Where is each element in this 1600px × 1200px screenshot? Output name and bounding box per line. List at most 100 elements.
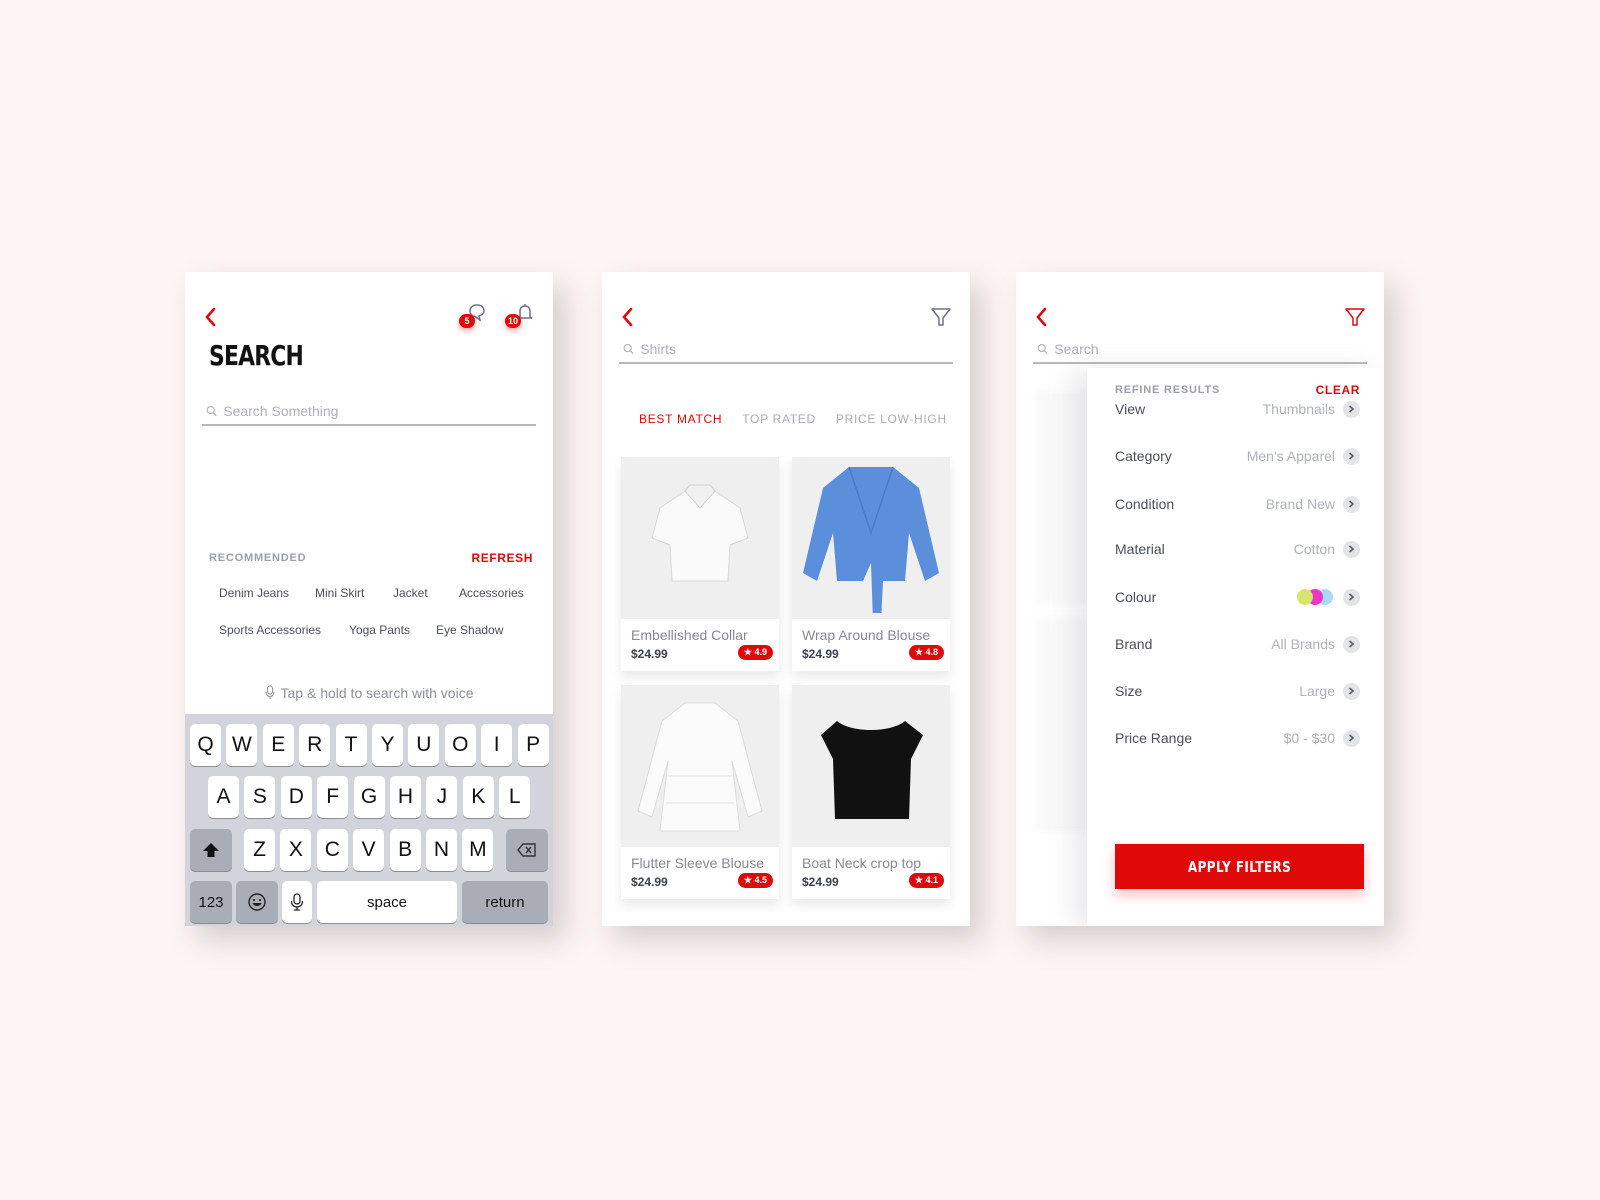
- filter-row-category[interactable]: Category Men's Apparel: [1115, 441, 1360, 471]
- key-l[interactable]: L: [499, 776, 531, 818]
- key-a[interactable]: A: [208, 776, 239, 818]
- key-j[interactable]: J: [426, 776, 458, 818]
- product-price: $24.99: [802, 875, 839, 889]
- key-y[interactable]: Y: [372, 724, 403, 766]
- chevron-right-icon: [1343, 729, 1360, 747]
- product-card[interactable]: Boat Neck crop top $24.99 ★ 4.1: [792, 685, 950, 899]
- star-icon: ★: [743, 647, 755, 657]
- chip-jacket[interactable]: Jacket: [393, 586, 428, 600]
- product-name: Boat Neck crop top: [802, 855, 922, 871]
- key-u[interactable]: U: [408, 724, 440, 766]
- voice-search-hint[interactable]: Tap & hold to search with voice: [185, 685, 553, 701]
- key-w[interactable]: W: [226, 724, 258, 766]
- emoji-key[interactable]: [236, 881, 278, 923]
- key-i[interactable]: I: [481, 724, 513, 766]
- filter-label: Size: [1115, 683, 1143, 699]
- search-field[interactable]: [619, 336, 953, 364]
- back-button[interactable]: [620, 306, 636, 328]
- microphone-icon: [290, 893, 304, 911]
- filter-row-view[interactable]: View Thumbnails: [1115, 394, 1360, 424]
- key-h[interactable]: H: [390, 776, 421, 818]
- key-r[interactable]: R: [299, 724, 331, 766]
- key-e[interactable]: E: [262, 724, 294, 766]
- back-button[interactable]: [1034, 306, 1050, 328]
- search-input[interactable]: [223, 403, 536, 419]
- chip-accessories[interactable]: Accessories: [459, 586, 524, 600]
- star-icon: ★: [743, 875, 755, 885]
- microphone-icon: [265, 685, 274, 699]
- filter-label: Brand: [1115, 636, 1153, 652]
- filter-row-price-range[interactable]: Price Range $0 - $30: [1115, 723, 1360, 753]
- filter-value: Brand New: [1265, 496, 1335, 512]
- space-key[interactable]: space: [317, 881, 457, 923]
- filter-value: Men's Apparel: [1246, 448, 1335, 464]
- product-price: $24.99: [802, 647, 839, 661]
- filter-label: Category: [1115, 448, 1172, 464]
- key-s[interactable]: S: [244, 776, 276, 818]
- filter-row-condition[interactable]: Condition Brand New: [1115, 489, 1360, 519]
- search-input[interactable]: [640, 341, 953, 357]
- chevron-right-icon: [1343, 588, 1360, 606]
- search-input[interactable]: [1054, 341, 1367, 357]
- notifications-button[interactable]: 10: [505, 302, 535, 330]
- search-icon: [206, 405, 217, 417]
- key-p[interactable]: P: [517, 724, 549, 766]
- key-c[interactable]: C: [316, 829, 348, 871]
- chip-sports-accessories[interactable]: Sports Accessories: [219, 623, 321, 637]
- filter-row-brand[interactable]: Brand All Brands: [1115, 629, 1360, 659]
- back-button[interactable]: [203, 306, 219, 328]
- filter-row-size[interactable]: Size Large: [1115, 676, 1360, 706]
- product-price: $24.99: [631, 647, 668, 661]
- rating-badge: ★ 4.8: [908, 645, 944, 660]
- page-title: SEARCH: [209, 339, 304, 372]
- chevron-right-icon: [1343, 540, 1360, 558]
- funnel-icon: [1345, 308, 1365, 326]
- filter-button[interactable]: [1344, 306, 1366, 328]
- tab-top-rated[interactable]: TOP RATED: [742, 412, 816, 426]
- shift-key[interactable]: [190, 829, 232, 871]
- key-t[interactable]: T: [335, 724, 367, 766]
- return-key[interactable]: return: [462, 881, 548, 923]
- messages-button[interactable]: 5: [459, 302, 487, 330]
- key-f[interactable]: F: [317, 776, 349, 818]
- key-o[interactable]: O: [444, 724, 476, 766]
- chip-mini-skirt[interactable]: Mini Skirt: [315, 586, 364, 600]
- key-x[interactable]: X: [280, 829, 312, 871]
- product-card[interactable]: Wrap Around Blouse $24.99 ★ 4.8: [792, 457, 950, 671]
- numbers-key[interactable]: 123: [190, 881, 232, 923]
- key-n[interactable]: N: [426, 829, 457, 871]
- key-q[interactable]: Q: [190, 724, 221, 766]
- filter-screen: REFINE RESULTS CLEAR ViewThumbnailsCateg…: [1016, 272, 1384, 926]
- chip-yoga-pants[interactable]: Yoga Pants: [349, 623, 410, 637]
- key-z[interactable]: Z: [244, 829, 275, 871]
- sort-tabs: BEST MATCH TOP RATED PRICE LOW-HIGH: [639, 412, 947, 426]
- filter-button[interactable]: [930, 306, 952, 328]
- emoji-icon: [248, 893, 266, 911]
- filter-row-material[interactable]: Material Cotton: [1115, 534, 1360, 564]
- product-image: [621, 457, 779, 619]
- rating-value: 4.9: [754, 647, 767, 657]
- search-field[interactable]: [1033, 336, 1367, 364]
- key-b[interactable]: B: [389, 829, 421, 871]
- refresh-button[interactable]: REFRESH: [471, 551, 533, 565]
- voice-hint-text: Tap & hold to search with voice: [280, 685, 474, 701]
- tab-best-match[interactable]: BEST MATCH: [639, 412, 722, 426]
- key-d[interactable]: D: [280, 776, 312, 818]
- refine-results-sheet: REFINE RESULTS CLEAR View Thumbnails Categ…: [1087, 368, 1384, 926]
- key-v[interactable]: V: [353, 829, 385, 871]
- dictation-key[interactable]: [282, 881, 312, 923]
- product-card[interactable]: Flutter Sleeve Blouse $24.99 ★ 4.5: [621, 685, 779, 899]
- search-field[interactable]: [202, 398, 536, 426]
- tab-price-low-high[interactable]: PRICE LOW-HIGH: [836, 412, 947, 426]
- key-m[interactable]: M: [462, 829, 494, 871]
- key-k[interactable]: K: [462, 776, 494, 818]
- apply-filters-button[interactable]: APPLY FILTERS: [1115, 844, 1364, 889]
- product-image: [792, 685, 950, 847]
- product-card[interactable]: Embellished Collar $24.99 ★ 4.9: [621, 457, 779, 671]
- backspace-key[interactable]: [506, 829, 548, 871]
- key-g[interactable]: G: [353, 776, 385, 818]
- filter-row-colour[interactable]: Colour: [1115, 582, 1360, 612]
- chip-eye-shadow[interactable]: Eye Shadow: [436, 623, 503, 637]
- filter-label: Material: [1115, 541, 1165, 557]
- chip-denim-jeans[interactable]: Denim Jeans: [219, 586, 289, 600]
